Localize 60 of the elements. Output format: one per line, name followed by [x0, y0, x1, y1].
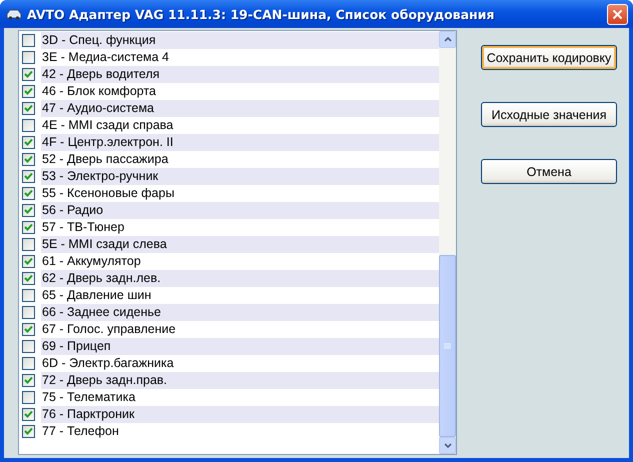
list-item[interactable]: 47 - Аудио-система [41, 100, 439, 117]
list-item[interactable]: 3E - Медиа-система 4 [41, 49, 439, 66]
checkbox[interactable] [22, 425, 35, 438]
list-item[interactable]: 69 - Прицеп [41, 338, 439, 355]
list-item[interactable]: 76 - Парктроник [41, 406, 439, 423]
list-item[interactable]: 46 - Блок комфорта [41, 83, 439, 100]
checkbox[interactable] [22, 204, 35, 217]
list-item[interactable]: 66 - Заднее сиденье [41, 304, 439, 321]
list-item[interactable]: 6D - Электр.багажника [41, 355, 439, 372]
list-item[interactable]: 4F - Центр.электрон. II [41, 134, 439, 151]
checkbox[interactable] [22, 374, 35, 387]
checkbox[interactable] [22, 153, 35, 166]
dialog-button[interactable]: Сохранить кодировку [481, 45, 617, 70]
checkbox[interactable] [22, 170, 35, 183]
list-item[interactable]: 75 - Телематика [41, 389, 439, 406]
list-item[interactable]: 53 - Электро-ручник [41, 168, 439, 185]
window-title: AVTO Адаптер VAG 11.11.3: 19-CAN-шина, Список оборудования [27, 6, 496, 22]
list-item[interactable]: 3D - Спец. функция [41, 32, 439, 49]
checkbox[interactable] [22, 357, 35, 370]
list-item[interactable]: 65 - Давление шин [41, 287, 439, 304]
checkbox[interactable] [22, 272, 35, 285]
car-icon [6, 8, 22, 20]
scroll-up-button[interactable] [439, 31, 456, 48]
checkbox[interactable] [22, 323, 35, 336]
close-icon [612, 8, 623, 20]
list-item[interactable]: 72 - Дверь задн.прав. [41, 372, 439, 389]
checkbox[interactable] [22, 34, 35, 47]
list-item[interactable]: 57 - ТВ-Тюнер [41, 219, 439, 236]
list-item[interactable]: 61 - Аккумулятор [41, 253, 439, 270]
checkbox[interactable] [22, 85, 35, 98]
checkbox[interactable] [22, 102, 35, 115]
checkbox[interactable] [22, 187, 35, 200]
caret-down-icon [444, 443, 452, 448]
list-item[interactable]: 77 - Телефон [41, 423, 439, 440]
list-item[interactable]: 56 - Радио [41, 202, 439, 219]
checkbox[interactable] [22, 408, 35, 421]
checkbox[interactable] [22, 306, 35, 319]
dialog-button[interactable]: Отмена [481, 159, 617, 184]
list-item[interactable]: 62 - Дверь задн.лев. [41, 270, 439, 287]
scroll-down-button[interactable] [439, 437, 456, 454]
list-item[interactable]: 4E - MMI сзади справа [41, 117, 439, 134]
checkbox[interactable] [22, 51, 35, 64]
list-item[interactable]: 5E - MMI сзади слева [41, 236, 439, 253]
checkbox[interactable] [22, 119, 35, 132]
scrollbar-thumb[interactable] [439, 255, 456, 437]
checkbox[interactable] [22, 68, 35, 81]
checkbox[interactable] [22, 238, 35, 251]
checkbox[interactable] [22, 340, 35, 353]
checkbox[interactable] [22, 221, 35, 234]
checkbox[interactable] [22, 136, 35, 149]
caret-up-icon [444, 37, 452, 42]
list-item[interactable]: 42 - Дверь водителя [41, 66, 439, 83]
close-button[interactable] [607, 4, 628, 24]
checkbox[interactable] [22, 255, 35, 268]
list-item[interactable]: 67 - Голос. управление [41, 321, 439, 338]
checkbox[interactable] [22, 289, 35, 302]
list-item[interactable]: 52 - Дверь пассажира [41, 151, 439, 168]
dialog-button[interactable]: Исходные значения [481, 102, 617, 127]
checkbox[interactable] [22, 391, 35, 404]
list-item[interactable]: 55 - Ксеноновые фары [41, 185, 439, 202]
